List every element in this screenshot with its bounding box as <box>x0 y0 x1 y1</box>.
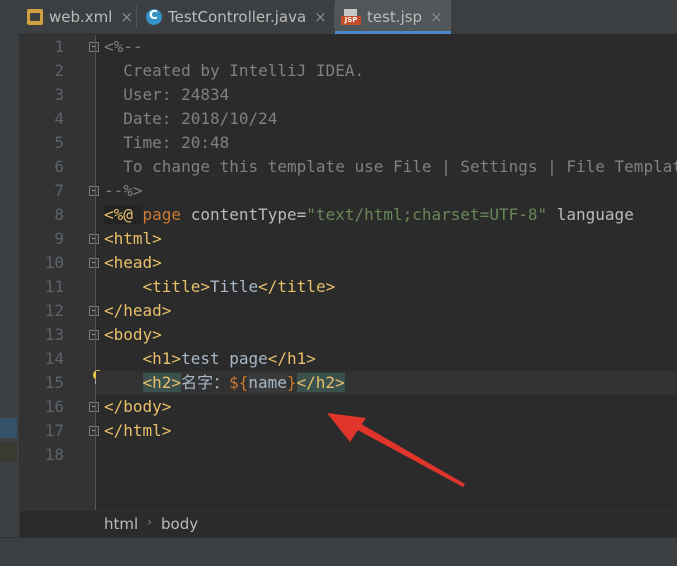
breadcrumb: html › body <box>20 510 677 538</box>
bottom-panel-bar <box>0 537 677 566</box>
breadcrumb-item-body[interactable]: body <box>161 515 198 533</box>
red-arrow-annotation <box>327 413 465 487</box>
breadcrumb-item-html[interactable]: html <box>104 515 138 533</box>
breadcrumb-separator: › <box>147 515 153 530</box>
arrow-shaft <box>352 421 465 487</box>
